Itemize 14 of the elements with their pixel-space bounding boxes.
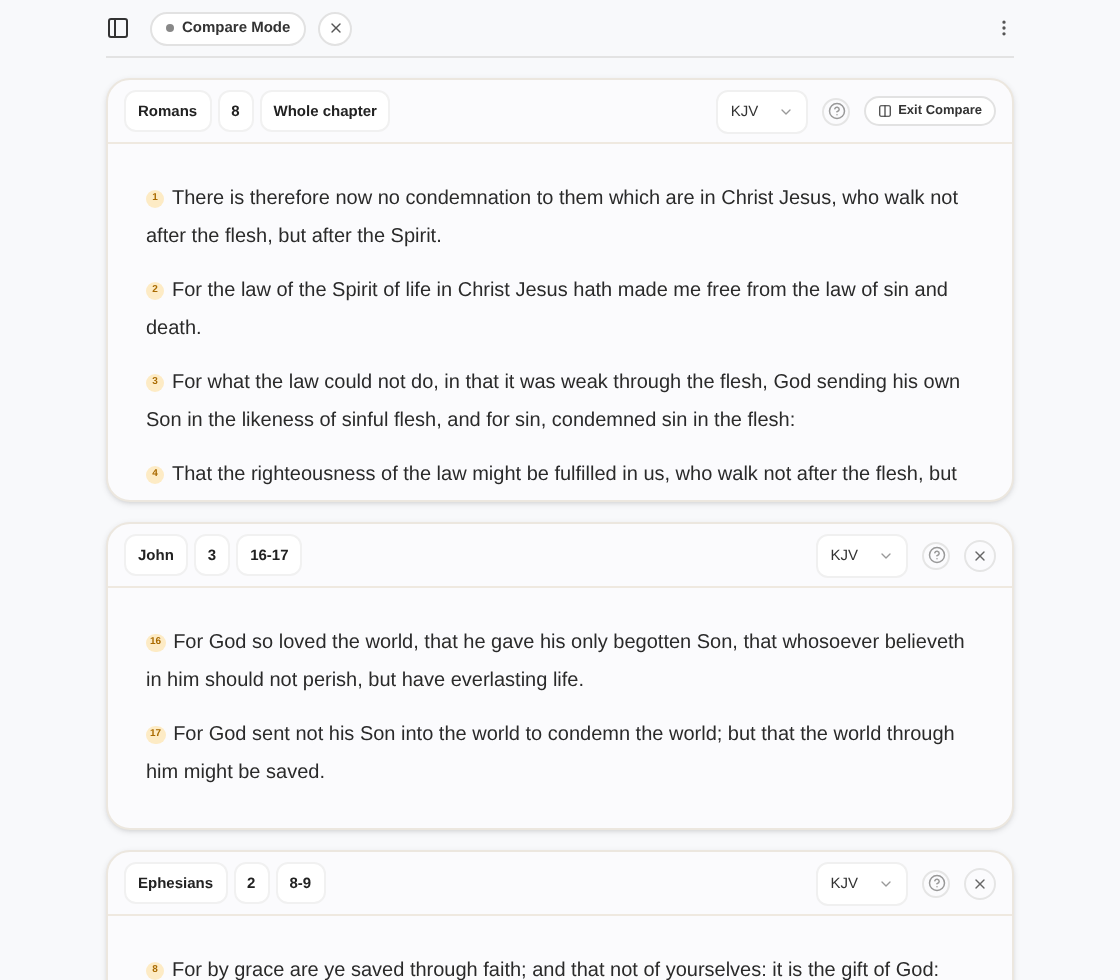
sidebar-toggle-icon[interactable] [106, 16, 130, 40]
help-icon [927, 546, 945, 564]
help-button[interactable] [922, 869, 950, 897]
close-button[interactable] [964, 539, 996, 571]
help-button[interactable] [922, 541, 950, 569]
columns-icon [878, 104, 893, 118]
help-icon [827, 102, 846, 120]
close-button[interactable] [964, 867, 996, 899]
close-icon [972, 875, 988, 891]
help-icon [927, 874, 945, 892]
help-button[interactable] [822, 97, 851, 125]
close-button[interactable] [318, 11, 353, 45]
close-icon [972, 547, 988, 563]
close-icon [327, 20, 344, 36]
